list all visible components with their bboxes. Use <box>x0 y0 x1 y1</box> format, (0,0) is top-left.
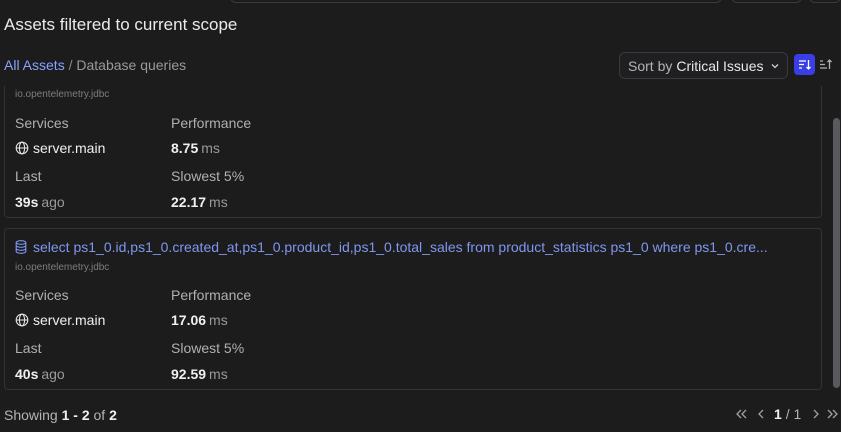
asset-title-link[interactable]: select ps1_0.id,ps1_0.created_at,ps1_0.p… <box>15 239 811 255</box>
slowest-number: 22.17 <box>171 194 207 210</box>
chevron-down-icon <box>771 63 778 68</box>
performance-value: 17.06 ms <box>171 312 228 328</box>
toolbar-icon-button[interactable] <box>809 0 841 3</box>
globe-icon <box>15 141 29 155</box>
top-controls-cutoff <box>0 0 841 5</box>
slowest-label: Slowest 5% <box>171 168 245 184</box>
service-name: server.main <box>33 312 106 328</box>
last-seen-suffix: ago <box>41 366 65 382</box>
search-input[interactable] <box>230 0 722 3</box>
performance-unit: ms <box>201 140 220 156</box>
performance-number: 17.06 <box>171 312 207 328</box>
database-icon <box>15 240 27 254</box>
asset-card[interactable]: io.opentelemetry.jdbc Services server.ma… <box>4 86 822 218</box>
showing-prefix: Showing <box>4 407 58 423</box>
asset-list: io.opentelemetry.jdbc Services server.ma… <box>0 86 841 392</box>
last-page-button[interactable] <box>825 408 839 420</box>
service-value: server.main <box>15 312 105 328</box>
next-page-button[interactable] <box>807 408 825 420</box>
instrumentation-library: io.opentelemetry.jdbc <box>15 89 110 100</box>
double-chevron-left-icon <box>735 409 746 419</box>
prev-page-button[interactable] <box>752 408 770 420</box>
last-seen-number: 39s <box>15 194 39 210</box>
last-label: Last <box>15 340 42 356</box>
last-seen-number: 40s <box>15 366 39 382</box>
slowest-unit: ms <box>209 194 228 210</box>
last-label: Last <box>15 168 42 184</box>
performance-unit: ms <box>209 312 228 328</box>
sort-dropdown[interactable]: Sort by Critical Issues <box>619 52 788 79</box>
total-pages: 1 <box>793 406 802 422</box>
chevron-right-icon <box>813 409 820 419</box>
service-value: server.main <box>15 140 105 156</box>
list-scrollbar[interactable] <box>833 118 840 388</box>
services-label: Services <box>15 287 69 303</box>
first-page-button[interactable] <box>734 408 748 420</box>
asset-title-text: select ps1_0.id,ps1_0.created_at,ps1_0.p… <box>33 239 768 255</box>
performance-value: 8.75 ms <box>171 140 220 156</box>
page-separator: / <box>785 406 790 422</box>
sort-prefix-label: Sort by <box>628 57 673 74</box>
sort-ascending-icon <box>820 59 832 69</box>
pagination: 1 / 1 <box>734 406 839 422</box>
breadcrumb-all-assets[interactable]: All Assets <box>4 57 65 73</box>
chevron-left-icon <box>758 409 764 419</box>
slowest-label: Slowest 5% <box>171 340 245 356</box>
slowest-value: 92.59 ms <box>171 366 228 382</box>
breadcrumb: All Assets / Database queries <box>4 57 186 73</box>
showing-of: of <box>93 407 106 423</box>
breadcrumb-current: Database queries <box>76 57 187 73</box>
performance-label: Performance <box>171 115 252 131</box>
globe-icon <box>15 313 29 327</box>
sort-value-label: Critical Issues <box>676 57 764 74</box>
page-title: Assets filtered to current scope <box>4 15 238 34</box>
showing-total: 2 <box>109 407 117 423</box>
breadcrumb-separator: / <box>68 57 73 73</box>
sort-descending-button[interactable] <box>794 54 815 75</box>
performance-number: 8.75 <box>171 140 199 156</box>
service-name: server.main <box>33 140 106 156</box>
assets-panel: Assets filtered to current scope All Ass… <box>0 0 841 432</box>
showing-count: Showing 1 - 2 of 2 <box>4 407 117 423</box>
showing-range: 1 - 2 <box>61 407 90 423</box>
page-indicator: 1 / 1 <box>774 406 801 422</box>
double-chevron-right-icon <box>827 409 838 419</box>
slowest-value: 22.17 ms <box>171 194 228 210</box>
asset-card[interactable]: select ps1_0.id,ps1_0.created_at,ps1_0.p… <box>4 228 822 390</box>
current-page: 1 <box>774 406 782 422</box>
last-seen-suffix: ago <box>41 194 65 210</box>
last-value: 39s ago <box>15 194 65 210</box>
last-value: 40s ago <box>15 366 65 382</box>
toolbar-button[interactable] <box>731 0 802 3</box>
sort-descending-icon <box>799 60 811 70</box>
instrumentation-library: io.opentelemetry.jdbc <box>15 262 110 273</box>
sort-ascending-button[interactable] <box>815 54 836 75</box>
slowest-unit: ms <box>209 366 228 382</box>
slowest-number: 92.59 <box>171 366 207 382</box>
performance-label: Performance <box>171 287 252 303</box>
services-label: Services <box>15 115 69 131</box>
